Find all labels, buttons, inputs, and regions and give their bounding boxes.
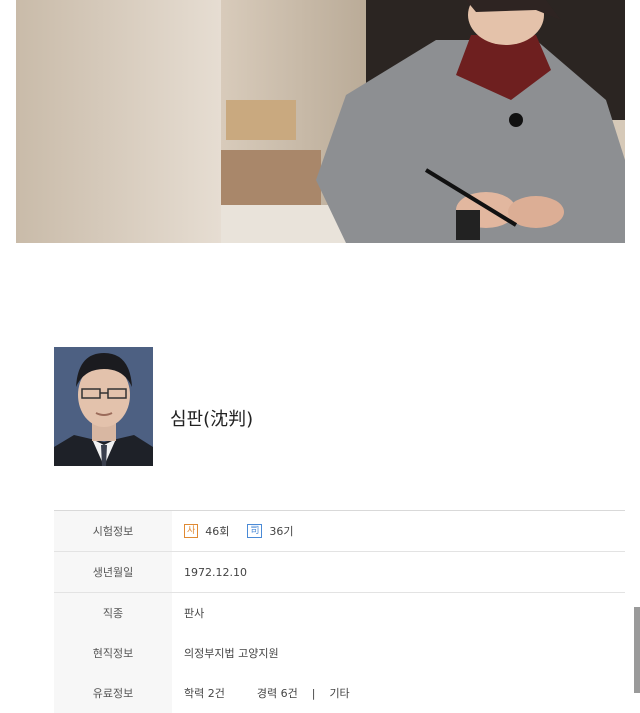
table-row: 직종 판사 xyxy=(54,593,625,633)
table-row: 현직정보 의정부지법 고양지원 xyxy=(54,633,625,673)
current-position-value: 의정부지법 고양지원 xyxy=(184,647,279,660)
info-table: 시험정보 사 46회 司 36기 생년월일 1972.12.10 직종 판사 현… xyxy=(54,510,625,713)
row-label: 유료정보 xyxy=(54,673,172,713)
exam-count: 46회 xyxy=(205,525,230,538)
profile-name: 심판(沈判) xyxy=(170,409,254,430)
profile-photo xyxy=(54,347,153,466)
paid-info: 학력 2건 경력 6건 | 기타 xyxy=(172,685,350,701)
table-row: 생년월일 1972.12.10 xyxy=(54,552,625,593)
row-label: 현직정보 xyxy=(54,633,172,673)
divider: | xyxy=(311,686,316,700)
class-count: 36기 xyxy=(269,525,294,538)
scrollbar[interactable] xyxy=(634,607,640,693)
education-link[interactable]: 학력 2건 xyxy=(184,685,225,701)
etc-link[interactable]: 기타 xyxy=(329,685,349,701)
hero-photo xyxy=(16,0,625,243)
table-row: 시험정보 사 46회 司 36기 xyxy=(54,511,625,552)
row-label: 직종 xyxy=(54,593,172,633)
row-label: 시험정보 xyxy=(54,511,172,551)
gi-badge: 司 xyxy=(247,524,263,538)
sa-badge: 사 xyxy=(184,524,199,538)
birthdate-value: 1972.12.10 xyxy=(184,565,247,579)
career-link[interactable]: 경력 6건 xyxy=(257,685,298,701)
table-row: 유료정보 학력 2건 경력 6건 | 기타 xyxy=(54,673,625,713)
occupation-value: 판사 xyxy=(184,607,205,620)
exam-info: 사 46회 司 36기 xyxy=(172,523,294,539)
row-label: 생년월일 xyxy=(54,552,172,592)
